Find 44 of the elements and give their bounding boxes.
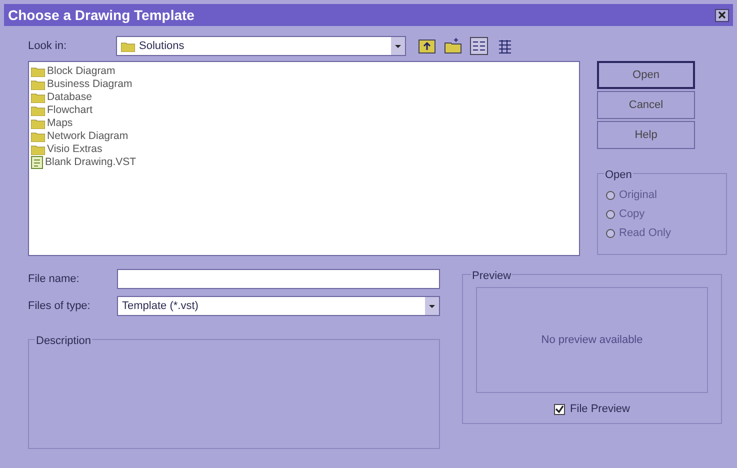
checkbox-label: File Preview: [570, 402, 630, 417]
list-view-icon[interactable]: [470, 37, 488, 55]
folder-icon: [31, 105, 45, 116]
folder-icon: [31, 144, 45, 155]
file-type-dropdown[interactable]: Template (*.vst): [117, 296, 440, 316]
radio-label: Read Only: [619, 226, 671, 242]
file-list-item[interactable]: Flowchart: [31, 104, 577, 117]
checkmark-icon: [555, 404, 564, 414]
look-in-dropdown[interactable]: Solutions: [116, 36, 406, 56]
file-list-item[interactable]: Business Diagram: [31, 78, 577, 91]
folder-icon: [31, 66, 45, 77]
file-type-value: Template (*.vst): [122, 298, 198, 314]
file-list-item[interactable]: Visio Extras: [31, 143, 577, 156]
radio-label: Original: [619, 188, 657, 204]
up-folder-icon[interactable]: [418, 37, 436, 55]
details-view-icon[interactable]: [496, 37, 514, 55]
file-type-label: Files of type:: [28, 298, 92, 314]
folder-icon: [121, 40, 135, 52]
checkbox[interactable]: [554, 404, 566, 415]
dialog-button[interactable]: Help: [597, 121, 695, 149]
dialog-button[interactable]: Open: [597, 61, 695, 89]
file-name-label: File name:: [28, 272, 80, 287]
preview-message: No preview available: [541, 332, 643, 348]
look-in-value: Solutions: [139, 38, 184, 54]
group-title: Description: [35, 333, 92, 350]
folder-icon: [31, 131, 45, 142]
window-title: Choose a Drawing Template: [8, 6, 194, 25]
file-list-item[interactable]: Network Diagram: [31, 130, 577, 143]
file-list-item[interactable]: Blank Drawing.VST: [31, 156, 577, 169]
folder-icon: [31, 118, 45, 129]
file-name-field[interactable]: [117, 269, 440, 289]
folder-icon: [31, 79, 45, 90]
file-list-item[interactable]: Maps: [31, 117, 577, 130]
group-title: Open: [604, 167, 633, 184]
document-icon: [31, 156, 43, 169]
folder-icon: [31, 92, 45, 103]
file-list-item[interactable]: Database: [31, 91, 577, 104]
radio-label: Copy: [619, 207, 645, 222]
close-button[interactable]: [715, 8, 729, 22]
new-folder-icon[interactable]: [444, 37, 462, 55]
look-in-label: Look in:: [28, 38, 68, 54]
dialog-button[interactable]: Cancel: [597, 91, 695, 119]
file-list-item[interactable]: Block Diagram: [31, 65, 577, 78]
close-icon: [718, 11, 726, 19]
